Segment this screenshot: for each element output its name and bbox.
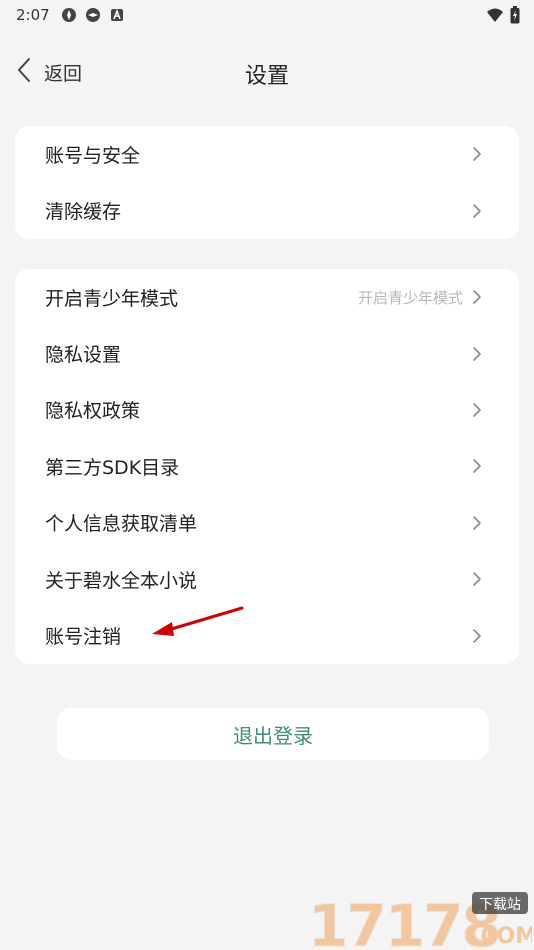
settings-item-label: 账号注销 [45,626,122,649]
row-right [471,183,483,240]
settings-item-label: 清除缓存 [45,201,122,224]
settings-item-label: 关于碧水全本小说 [45,569,198,592]
settings-item-label: 账号与安全 [45,144,141,167]
row-right [471,382,483,438]
logout-button[interactable]: 退出登录 [57,708,489,760]
settings-item-label: 开启青少年模式 [45,287,179,310]
chevron-right-icon [471,402,483,418]
chevron-right-icon [471,571,483,587]
row-right [471,607,483,663]
chevron-right-icon [471,146,483,162]
row-right [471,551,483,607]
settings-item-label: 隐私权政策 [45,400,141,423]
row-right [471,495,483,551]
settings-item-label: 第三方SDK目录 [45,456,180,479]
app-icon [60,6,78,24]
settings-item-teen-mode[interactable]: 开启青少年模式 开启青少年模式 [15,269,519,325]
chevron-right-icon [471,628,483,644]
annotation-arrow-icon [152,606,244,636]
app-bar: 返回 设置 [0,44,534,100]
settings-item-privacy-policy[interactable]: 隐私权政策 [15,382,519,438]
settings-item-personal-info-list[interactable]: 个人信息获取清单 [15,495,519,551]
chevron-right-icon [471,458,483,474]
settings-item-label: 隐私设置 [45,344,122,367]
watermark-badge: 下载站 [479,897,521,913]
chevron-right-icon [471,289,483,305]
chevron-right-icon [471,515,483,531]
teen-mode-value: 开启青少年模式 [357,288,463,307]
settings-item-label: 个人信息获取清单 [45,513,198,536]
settings-item-account-security[interactable]: 账号与安全 [15,126,519,183]
battery-icon [510,6,520,28]
settings-item-sdk-list[interactable]: 第三方SDK目录 [15,438,519,494]
settings-item-about[interactable]: 关于碧水全本小说 [15,551,519,607]
notification-icon [108,6,126,24]
watermark-domain: .COM [472,924,532,949]
row-right: 开启青少年模式 [358,269,483,325]
settings-group-privacy: 开启青少年模式 开启青少年模式 隐私设置 隐私权政策 第三方SDK目录 个人信息… [15,269,519,664]
settings-item-delete-account[interactable]: 账号注销 [15,607,519,663]
page-title: 设置 [244,64,289,89]
wifi-icon [486,7,504,27]
settings-group-account: 账号与安全 清除缓存 [15,126,519,239]
row-right [471,126,483,183]
chevron-right-icon [471,203,483,219]
chevron-right-icon [471,346,483,362]
app-icon [84,6,102,24]
settings-item-privacy-settings[interactable]: 隐私设置 [15,325,519,381]
status-time: 2:07 [16,6,50,24]
row-right [471,438,483,494]
row-right [471,325,483,381]
status-bar: 2:07 [0,0,534,30]
watermark-logo: 17178 下载站 .COM [308,892,533,950]
status-right [486,6,520,28]
settings-item-clear-cache[interactable]: 清除缓存 [15,183,519,240]
